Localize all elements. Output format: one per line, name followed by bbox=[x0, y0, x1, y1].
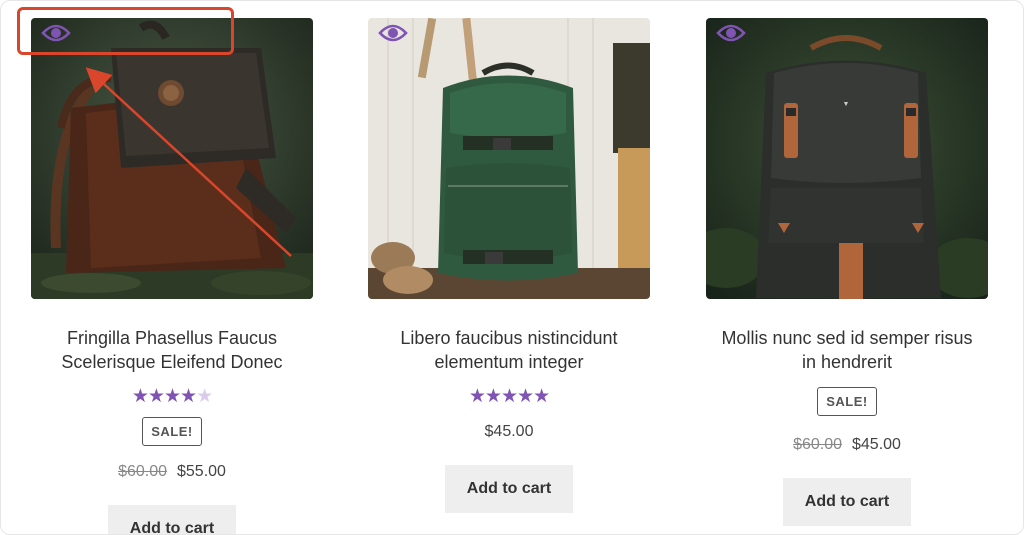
sale-badge: SALE! bbox=[817, 387, 877, 416]
star-full-icon: ★ bbox=[131, 386, 149, 407]
price: $60.00 $45.00 bbox=[706, 436, 988, 454]
star-full-icon: ★ bbox=[484, 386, 502, 407]
annotation-highlight-box bbox=[17, 7, 234, 55]
star-full-icon: ★ bbox=[147, 386, 165, 407]
star-rating: ★★★★★ bbox=[31, 387, 313, 407]
old-price: $60.00 bbox=[118, 463, 167, 480]
old-price: $60.00 bbox=[793, 436, 842, 453]
add-to-cart-button[interactable]: Add to cart bbox=[108, 505, 236, 534]
product-image-2[interactable] bbox=[368, 18, 650, 299]
product-grid: Fringilla Phasellus Faucus Scelerisque E… bbox=[0, 0, 1024, 535]
star-empty-icon: ★ bbox=[196, 386, 213, 407]
product-image-1[interactable] bbox=[31, 18, 313, 299]
star-full-icon: ★ bbox=[180, 386, 197, 407]
current-price: $45.00 bbox=[484, 423, 534, 440]
star-rating: ★★★★★ bbox=[368, 387, 650, 407]
add-to-cart-button[interactable]: Add to cart bbox=[783, 478, 911, 526]
current-price: $55.00 bbox=[177, 463, 226, 480]
eye-icon[interactable] bbox=[716, 22, 746, 44]
price: $60.00 $55.00 bbox=[31, 463, 313, 481]
star-full-icon: ★ bbox=[517, 386, 534, 407]
product-card-3: ▼ Mollis nunc sed id semper risus in hen… bbox=[706, 18, 988, 526]
star-full-icon: ★ bbox=[468, 386, 486, 407]
eye-icon[interactable] bbox=[378, 22, 408, 44]
product-image-3[interactable]: ▼ bbox=[706, 18, 988, 299]
svg-text:▼: ▼ bbox=[843, 101, 850, 108]
star-full-icon: ★ bbox=[163, 386, 181, 407]
product-title[interactable]: Fringilla Phasellus Faucus Scelerisque E… bbox=[31, 326, 313, 374]
product-title[interactable]: Libero faucibus nistincidunt elementum i… bbox=[368, 326, 650, 374]
product-card-2: Libero faucibus nistincidunt elementum i… bbox=[368, 18, 650, 513]
star-full-icon: ★ bbox=[533, 386, 550, 407]
add-to-cart-button[interactable]: Add to cart bbox=[445, 465, 573, 513]
product-title[interactable]: Mollis nunc sed id semper risus in hendr… bbox=[706, 326, 988, 374]
product-card-1: Fringilla Phasellus Faucus Scelerisque E… bbox=[31, 18, 313, 534]
sale-badge: SALE! bbox=[142, 417, 202, 446]
price: $45.00 bbox=[368, 423, 650, 441]
current-price: $45.00 bbox=[852, 436, 901, 453]
star-full-icon: ★ bbox=[500, 386, 518, 407]
